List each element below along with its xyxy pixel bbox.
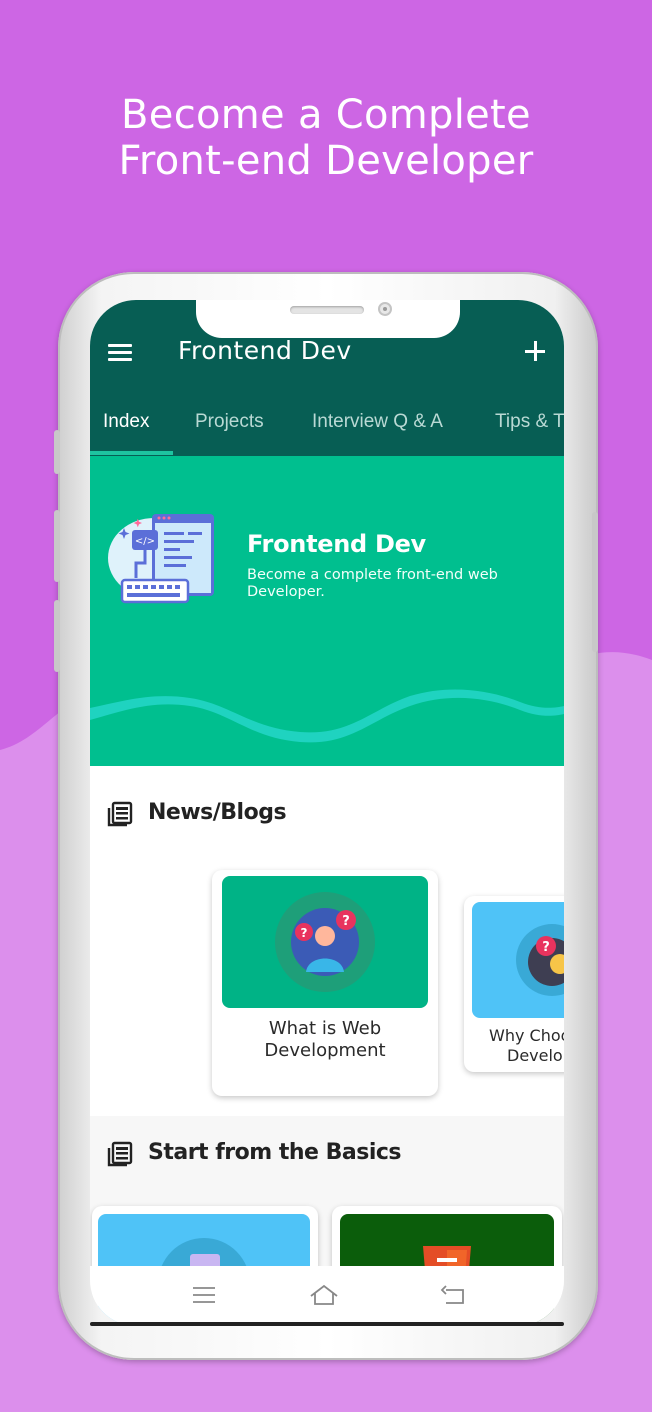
home-icon[interactable] <box>308 1280 340 1310</box>
card-label-line-1: What is Web <box>268 1018 382 1039</box>
svg-text:</>: </> <box>135 536 155 547</box>
phone-screen: Frontend Dev Index Projects Interview Q … <box>90 300 564 1326</box>
tab-interview-qa[interactable]: Interview Q & A <box>312 400 443 456</box>
side-button-volume-up <box>54 510 60 582</box>
newspaper-icon <box>107 801 133 827</box>
hamburger-menu-icon[interactable] <box>108 344 132 362</box>
active-tab-indicator <box>90 451 173 455</box>
news-card[interactable]: ? ? What is Web Development <box>212 870 438 1096</box>
svg-text:?: ? <box>301 926 308 940</box>
side-button-power <box>592 512 598 652</box>
headline-line-2: Front-end Developer <box>118 138 534 184</box>
card-image: ? ? <box>222 876 428 1008</box>
question-illustration: ? <box>516 924 564 996</box>
section-title-basics: Start from the Basics <box>148 1140 402 1165</box>
system-nav-bar <box>90 1266 564 1326</box>
phone-speaker <box>290 306 364 314</box>
card-label: Why Choose Development <box>474 1026 564 1066</box>
headline-line-1: Become a Complete <box>121 92 531 138</box>
card-image: ? <box>472 902 564 1018</box>
plus-icon[interactable] <box>520 336 550 366</box>
back-icon[interactable] <box>438 1280 470 1310</box>
newspaper-icon <box>107 1141 133 1167</box>
tab-tips-tricks[interactable]: Tips & Tricks <box>495 400 564 456</box>
card-label-line-1: Why Choose <box>489 1026 564 1045</box>
svg-text:?: ? <box>542 940 550 955</box>
card-label-line-2: Development <box>507 1046 564 1065</box>
tab-bar: Index Projects Interview Q & A Tips & Tr… <box>90 400 564 456</box>
person-question-illustration: ? ? <box>275 892 375 992</box>
tab-projects[interactable]: Projects <box>195 400 264 456</box>
section-title-news: News/Blogs <box>148 800 287 825</box>
recents-icon[interactable] <box>188 1280 220 1310</box>
phone-camera <box>378 302 392 316</box>
hero-wave <box>90 680 564 743</box>
svg-text:?: ? <box>342 914 350 929</box>
side-button-mute <box>54 430 60 474</box>
promo-headline: Become a Complete Front-end Developer <box>0 92 652 184</box>
hero-title: Frontend Dev <box>247 530 426 558</box>
card-label: What is Web Development <box>212 1018 438 1062</box>
app-title: Frontend Dev <box>178 336 352 365</box>
news-card[interactable]: ? Why Choose Development <box>464 896 564 1072</box>
side-button-volume-down <box>54 600 60 672</box>
screen-bottom-edge <box>90 1322 564 1326</box>
card-label-line-2: Development <box>264 1040 386 1061</box>
tab-index[interactable]: Index <box>103 400 149 456</box>
code-editor-illustration: </> <box>108 514 214 604</box>
hero-subtitle: Become a complete front-end web Develope… <box>247 567 498 600</box>
